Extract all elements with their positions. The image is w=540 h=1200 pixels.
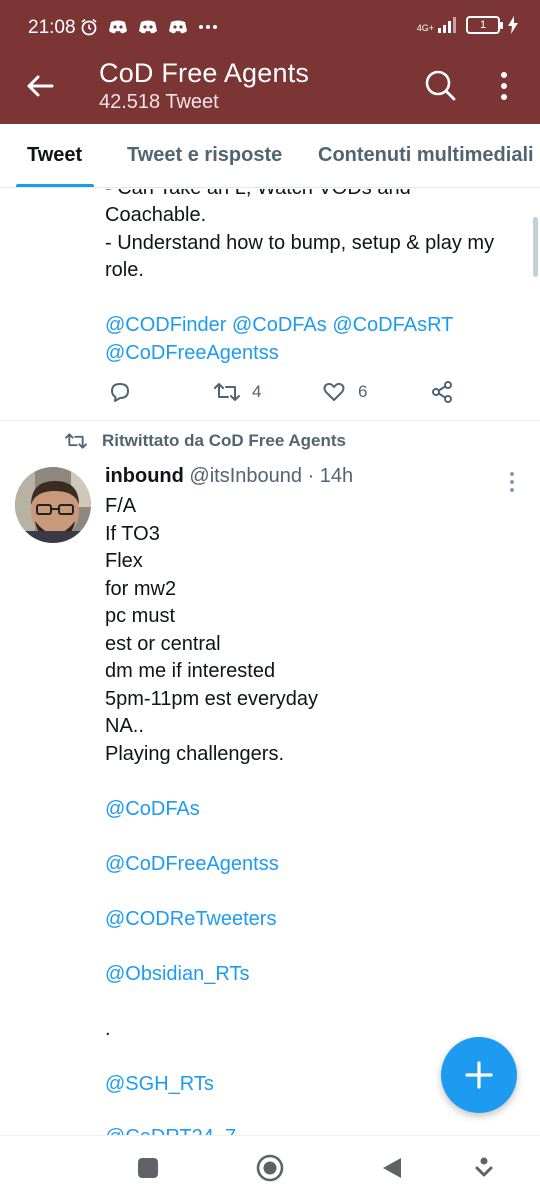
share-button[interactable] bbox=[430, 380, 454, 404]
gesture-hint-button[interactable] bbox=[470, 1154, 498, 1182]
alarm-icon bbox=[81, 18, 97, 36]
tweet-count: 42.518 Tweet bbox=[99, 91, 219, 113]
home-circle-icon bbox=[256, 1154, 284, 1182]
avatar-image bbox=[15, 467, 91, 543]
recents-button[interactable] bbox=[134, 1154, 162, 1182]
mention-link[interactable]: @CoDFreeAgentss bbox=[105, 340, 279, 367]
compose-tweet-button[interactable] bbox=[441, 1037, 517, 1113]
mention-link[interactable]: @CODFinder @CoDFAs @CoDFAsRT bbox=[105, 312, 453, 339]
network-indicator: 4G+ bbox=[417, 17, 458, 33]
avatar[interactable] bbox=[15, 467, 91, 543]
triangle-back-icon bbox=[383, 1158, 401, 1178]
status-bar: 21:08 4G+ 1 bbox=[0, 0, 540, 56]
signal-icon bbox=[438, 17, 456, 33]
mention-link[interactable]: @CoDRT24_7 bbox=[105, 1124, 236, 1135]
tweet-text-line: Coachable. bbox=[105, 204, 207, 226]
mention-link[interactable]: @CoDFAs bbox=[105, 796, 200, 823]
tweet-text-line: dm me if interested bbox=[105, 660, 276, 682]
tweet-more-button[interactable] bbox=[506, 471, 518, 493]
charging-icon bbox=[508, 16, 518, 34]
status-time: 21:08 bbox=[28, 17, 76, 38]
battery-icon: 1 bbox=[466, 16, 503, 34]
tab-tweet[interactable]: Tweet bbox=[27, 144, 82, 167]
notification-icons bbox=[80, 18, 218, 36]
mention-link[interactable]: @CODReTweeters bbox=[105, 906, 276, 933]
battery-level: 1 bbox=[479, 19, 487, 31]
reply-button[interactable] bbox=[108, 380, 132, 404]
like-button[interactable]: 6 bbox=[322, 380, 367, 404]
tweet-text-line: NA.. bbox=[105, 715, 144, 737]
mention-link[interactable]: @SGH_RTs bbox=[105, 1071, 214, 1098]
search-icon bbox=[425, 70, 456, 101]
tab-tweets-and-replies[interactable]: Tweet e risposte bbox=[127, 144, 282, 167]
retweeted-by-label: Ritwittato da CoD Free Agents bbox=[102, 431, 346, 450]
app-header: CoD Free Agents 42.518 Tweet bbox=[0, 56, 540, 124]
retweet-icon bbox=[214, 383, 240, 401]
share-icon bbox=[432, 381, 452, 403]
reply-icon bbox=[111, 383, 129, 402]
home-button[interactable] bbox=[256, 1154, 284, 1182]
tab-media[interactable]: Contenuti multimediali bbox=[318, 144, 534, 167]
back-nav-button[interactable] bbox=[378, 1154, 406, 1182]
tweet-text-line: role. bbox=[105, 259, 144, 281]
network-type: 4G+ bbox=[416, 23, 434, 33]
system-icons: 4G+ 1 bbox=[417, 16, 518, 34]
profile-tabs: Tweet Tweet e risposte Contenuti multime… bbox=[0, 124, 540, 188]
tweet-feed[interactable]: - Can Take an L, Watch VODs and Coachabl… bbox=[0, 189, 540, 1135]
tweet-text-line: F/A bbox=[105, 495, 137, 517]
discord-icon bbox=[169, 20, 187, 34]
chevron-down-icon bbox=[475, 1157, 493, 1177]
author-handle-time: @itsInbound · 14h bbox=[189, 465, 354, 487]
retweet-context: Ritwittato da CoD Free Agents bbox=[64, 431, 346, 451]
tweet-text-line: est or central bbox=[105, 633, 221, 655]
tweet-text-line: Flex bbox=[105, 550, 143, 572]
active-tab-indicator bbox=[16, 184, 94, 187]
tweet-text-line: 5pm-11pm est everyday bbox=[105, 688, 319, 710]
retweet-button[interactable]: 4 bbox=[214, 380, 261, 404]
retweet-count: 4 bbox=[252, 382, 262, 401]
plus-icon bbox=[465, 1061, 493, 1089]
tweet-text-line: Playing challengers. bbox=[105, 743, 284, 765]
more-options-button[interactable] bbox=[492, 69, 516, 103]
search-button[interactable] bbox=[422, 67, 458, 103]
tweet-text-line: - Can Take an L, Watch VODs and bbox=[105, 189, 411, 202]
back-button[interactable] bbox=[22, 68, 58, 104]
system-navigation-bar bbox=[0, 1135, 540, 1200]
mention-link[interactable]: @Obsidian_RTs bbox=[105, 961, 249, 988]
square-icon bbox=[138, 1158, 158, 1178]
tweet-author[interactable]: inbound @itsInbound · 14h bbox=[105, 465, 353, 488]
tweet-text-line: for mw2 bbox=[105, 578, 177, 600]
heart-icon bbox=[323, 382, 345, 401]
tweet-text-line: . bbox=[105, 1018, 111, 1040]
tweet-divider bbox=[0, 420, 540, 421]
author-name[interactable]: inbound bbox=[105, 465, 184, 487]
like-count: 6 bbox=[358, 382, 368, 401]
discord-icon bbox=[109, 20, 127, 34]
more-vertical-icon bbox=[501, 72, 507, 100]
tweet-text-line: If TO3 bbox=[105, 523, 160, 545]
mention-link[interactable]: @CoDFreeAgentss bbox=[105, 851, 279, 878]
more-dots-icon bbox=[199, 25, 217, 29]
tweet-text-line: pc must bbox=[105, 605, 176, 627]
discord-icon bbox=[139, 20, 157, 34]
tweet-text-line: - Understand how to bump, setup & play m… bbox=[105, 232, 495, 254]
retweet-icon bbox=[65, 433, 87, 449]
page-title: CoD Free Agents bbox=[99, 58, 310, 88]
scrollbar[interactable] bbox=[533, 217, 538, 277]
more-vertical-icon bbox=[510, 472, 514, 492]
arrow-left-icon bbox=[27, 75, 54, 97]
